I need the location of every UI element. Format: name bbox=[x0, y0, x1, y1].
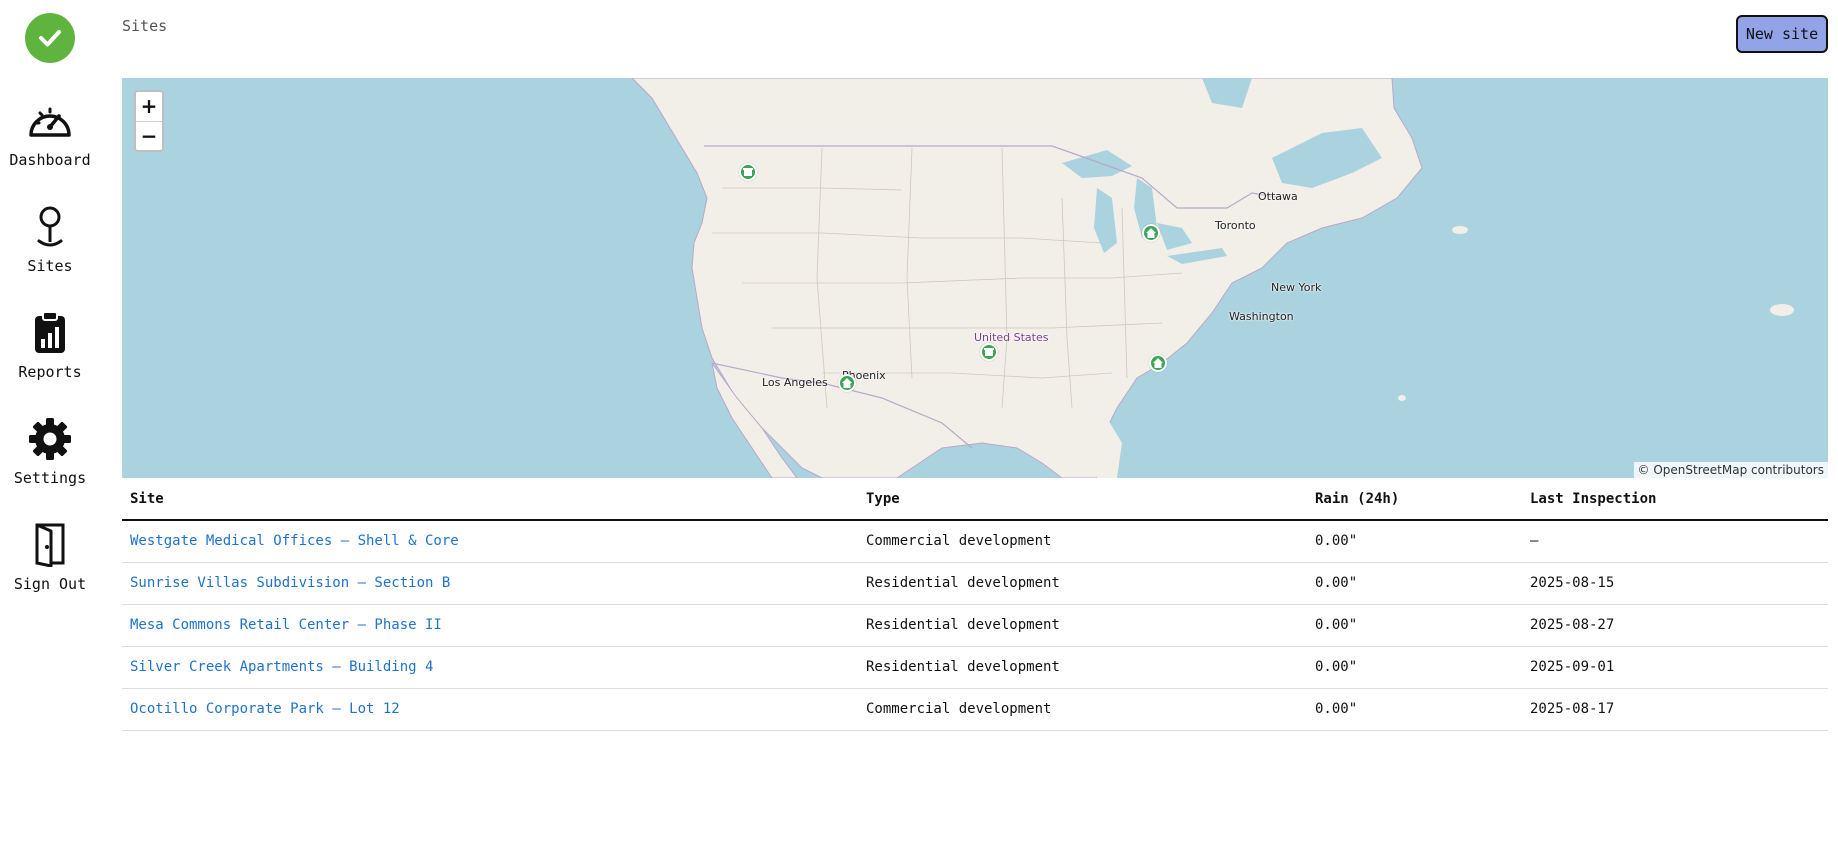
sidebar-item-label: Sign Out bbox=[13, 575, 87, 593]
site-rain: 0.00" bbox=[1307, 520, 1522, 563]
sidebar: Dashboard Sites Reports Settings Sign Ou… bbox=[0, 0, 100, 858]
map-label-washington: Washington bbox=[1229, 310, 1294, 323]
map-tiles bbox=[631, 78, 1794, 478]
table-row: Ocotillo Corporate Park – Lot 12 Commerc… bbox=[122, 688, 1828, 731]
door-icon bbox=[26, 521, 74, 569]
header-last-inspection[interactable]: Last Inspection bbox=[1522, 478, 1828, 521]
map-attribution[interactable]: © OpenStreetMap contributors bbox=[1633, 462, 1828, 478]
site-link[interactable]: Mesa Commons Retail Center – Phase II bbox=[130, 617, 442, 633]
site-type: Residential development bbox=[858, 604, 1307, 647]
new-site-button[interactable]: New site bbox=[1736, 15, 1828, 53]
site-marker-residential[interactable] bbox=[838, 374, 856, 392]
zoom-in-button[interactable]: + bbox=[136, 92, 162, 121]
site-last-inspection: 2025-08-27 bbox=[1522, 604, 1828, 647]
sidebar-item-label: Settings bbox=[13, 469, 87, 487]
table-row: Westgate Medical Offices – Shell & Core … bbox=[122, 520, 1828, 563]
site-type: Commercial development bbox=[858, 688, 1307, 731]
zoom-out-button[interactable]: − bbox=[136, 121, 162, 150]
sidebar-item-dashboard[interactable]: Dashboard bbox=[0, 97, 100, 169]
sidebar-item-sign-out[interactable]: Sign Out bbox=[0, 521, 100, 593]
site-link[interactable]: Westgate Medical Offices – Shell & Core bbox=[130, 533, 459, 549]
site-last-inspection: — bbox=[1522, 520, 1828, 563]
check-circle-icon[interactable] bbox=[25, 13, 75, 63]
sidebar-item-label: Reports bbox=[18, 363, 82, 381]
site-marker-residential[interactable] bbox=[1142, 224, 1160, 242]
sites-map[interactable]: + − Ottawa Toronto New York Washington U… bbox=[122, 78, 1828, 478]
table-row: Sunrise Villas Subdivision – Section B R… bbox=[122, 562, 1828, 605]
site-rain: 0.00" bbox=[1307, 562, 1522, 605]
site-type: Residential development bbox=[858, 646, 1307, 689]
site-rain: 0.00" bbox=[1307, 688, 1522, 731]
speedometer-icon bbox=[26, 97, 74, 145]
gear-icon bbox=[26, 415, 74, 463]
map-label-united-states: United States bbox=[974, 331, 1049, 344]
map-label-ottawa: Ottawa bbox=[1258, 190, 1298, 203]
table-row: Silver Creek Apartments – Building 4 Res… bbox=[122, 646, 1828, 689]
map-label-toronto: Toronto bbox=[1215, 219, 1256, 232]
site-link[interactable]: Sunrise Villas Subdivision – Section B bbox=[130, 575, 450, 591]
sidebar-item-settings[interactable]: Settings bbox=[0, 415, 100, 487]
map-label-los-angeles: Los Angeles bbox=[762, 376, 828, 389]
site-last-inspection: 2025-08-17 bbox=[1522, 688, 1828, 731]
zoom-control: + − bbox=[134, 90, 164, 152]
site-type: Commercial development bbox=[858, 520, 1307, 563]
site-link[interactable]: Silver Creek Apartments – Building 4 bbox=[130, 659, 433, 675]
site-rain: 0.00" bbox=[1307, 646, 1522, 689]
map-pin-icon bbox=[26, 203, 74, 251]
table-header-row: Site Type Rain (24h) Last Inspection bbox=[122, 478, 1828, 521]
site-marker-commercial[interactable] bbox=[739, 163, 757, 181]
header-site[interactable]: Site bbox=[122, 478, 858, 521]
sidebar-item-sites[interactable]: Sites bbox=[0, 203, 100, 275]
table-row: Mesa Commons Retail Center – Phase II Re… bbox=[122, 604, 1828, 647]
site-last-inspection: 2025-09-01 bbox=[1522, 646, 1828, 689]
page-title: Sites bbox=[122, 17, 168, 35]
site-marker-commercial[interactable] bbox=[980, 343, 998, 361]
site-link[interactable]: Ocotillo Corporate Park – Lot 12 bbox=[130, 701, 400, 717]
map-label-new-york: New York bbox=[1271, 281, 1322, 294]
site-marker-residential[interactable] bbox=[1149, 354, 1167, 372]
header-type[interactable]: Type bbox=[858, 478, 1307, 521]
sidebar-item-label: Dashboard bbox=[9, 151, 91, 169]
sidebar-item-reports[interactable]: Reports bbox=[0, 309, 100, 381]
site-type: Residential development bbox=[858, 562, 1307, 605]
sites-table: Site Type Rain (24h) Last Inspection Wes… bbox=[122, 478, 1828, 731]
site-last-inspection: 2025-08-15 bbox=[1522, 562, 1828, 605]
site-rain: 0.00" bbox=[1307, 604, 1522, 647]
clipboard-chart-icon bbox=[26, 309, 74, 357]
sidebar-item-label: Sites bbox=[27, 257, 73, 275]
header-rain[interactable]: Rain (24h) bbox=[1307, 478, 1522, 521]
